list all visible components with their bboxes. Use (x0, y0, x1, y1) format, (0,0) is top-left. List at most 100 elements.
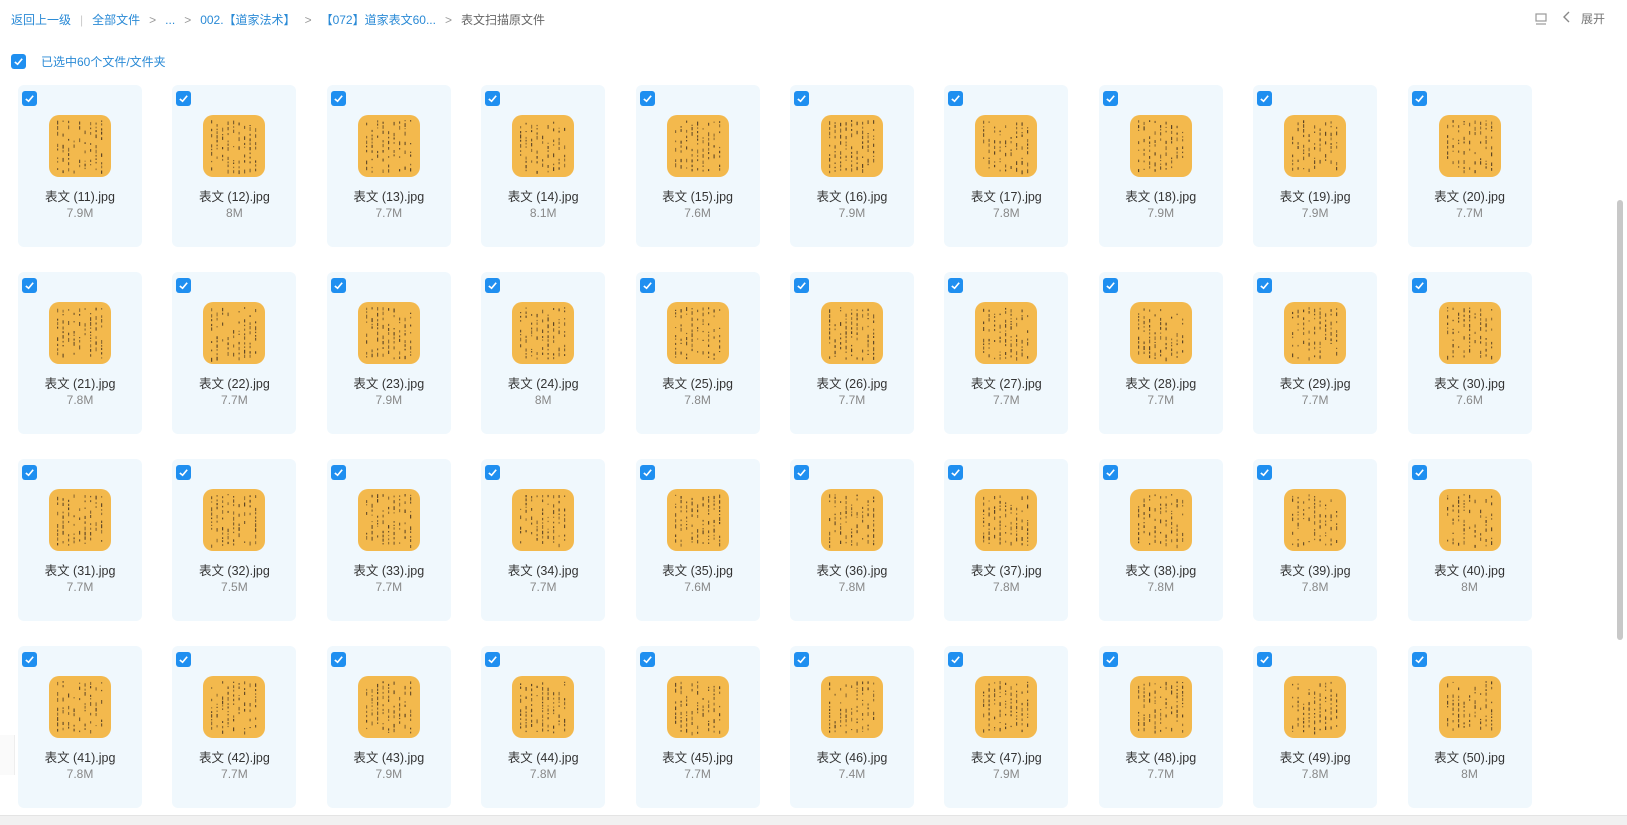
file-card[interactable]: 表文 (12).jpg 8M (172, 85, 297, 247)
scrollbar[interactable] (1617, 200, 1623, 640)
file-checkbox[interactable] (1102, 278, 1118, 293)
file-checkbox[interactable] (485, 465, 501, 480)
breadcrumb-folder-2[interactable]: 【072】道家表文60... (321, 11, 436, 28)
check-icon (951, 469, 961, 477)
file-checkbox[interactable] (176, 278, 192, 293)
file-checkbox[interactable] (485, 278, 501, 293)
view-mode-icon[interactable] (1533, 11, 1549, 27)
file-card[interactable]: 表文 (22).jpg 7.7M (172, 272, 297, 434)
breadcrumb-root[interactable]: 全部文件 (92, 11, 140, 28)
image-thumbnail (203, 676, 266, 738)
file-checkbox[interactable] (793, 652, 809, 667)
file-card[interactable]: 表文 (31).jpg 7.7M (18, 459, 142, 621)
file-card[interactable]: 表文 (45).jpg 7.7M (635, 646, 760, 808)
file-card[interactable]: 表文 (41).jpg 7.8M (18, 646, 142, 808)
file-checkbox[interactable] (1257, 652, 1273, 667)
file-card[interactable]: 表文 (15).jpg 7.6M (635, 85, 760, 247)
file-card[interactable]: 表文 (47).jpg 7.9M (944, 646, 1069, 808)
back-link[interactable]: 返回上一级 (11, 11, 71, 28)
file-card[interactable]: 表文 (19).jpg 7.9M (1253, 85, 1378, 247)
file-card[interactable]: 表文 (25).jpg 7.8M (635, 272, 760, 434)
file-checkbox[interactable] (793, 465, 809, 480)
file-checkbox[interactable] (793, 91, 809, 106)
check-icon (25, 282, 34, 290)
file-card[interactable]: 表文 (11).jpg 7.9M (18, 85, 142, 247)
file-card[interactable]: 表文 (23).jpg 7.9M (326, 272, 451, 434)
file-checkbox[interactable] (22, 91, 37, 106)
file-checkbox[interactable] (330, 652, 346, 667)
side-panel-handle[interactable] (0, 735, 15, 775)
image-thumbnail (666, 302, 729, 364)
file-card[interactable]: 表文 (14).jpg 8.1M (481, 85, 606, 247)
file-checkbox[interactable] (330, 465, 346, 480)
file-card[interactable]: 表文 (24).jpg 8M (481, 272, 606, 434)
file-card[interactable]: 表文 (13).jpg 7.7M (326, 85, 451, 247)
file-checkbox[interactable] (948, 278, 964, 293)
file-checkbox[interactable] (1102, 91, 1118, 106)
file-size: 7.7M (529, 580, 557, 594)
file-checkbox[interactable] (22, 652, 37, 667)
file-checkbox[interactable] (22, 465, 37, 480)
file-checkbox[interactable] (176, 465, 192, 480)
file-checkbox[interactable] (1411, 465, 1427, 480)
file-card[interactable]: 表文 (34).jpg 7.7M (481, 459, 606, 621)
file-card[interactable]: 表文 (44).jpg 7.8M (481, 646, 606, 808)
file-checkbox[interactable] (948, 465, 964, 480)
file-checkbox[interactable] (1102, 652, 1118, 667)
file-card[interactable]: 表文 (43).jpg 7.9M (326, 646, 451, 808)
expand-button[interactable]: 展开 (1562, 10, 1605, 27)
file-card[interactable]: 表文 (48).jpg 7.7M (1098, 646, 1223, 808)
file-card[interactable]: 表文 (37).jpg 7.8M (944, 459, 1069, 621)
file-checkbox[interactable] (1257, 278, 1273, 293)
file-checkbox[interactable] (176, 652, 192, 667)
file-checkbox[interactable] (639, 91, 655, 106)
check-icon (951, 656, 961, 664)
file-checkbox[interactable] (485, 652, 501, 667)
file-card[interactable]: 表文 (28).jpg 7.7M (1098, 272, 1223, 434)
file-card[interactable]: 表文 (18).jpg 7.9M (1098, 85, 1223, 247)
file-checkbox[interactable] (1102, 465, 1118, 480)
file-card[interactable]: 表文 (49).jpg 7.8M (1253, 646, 1378, 808)
file-size: 7.7M (993, 393, 1020, 407)
file-card[interactable]: 表文 (40).jpg 8M (1407, 459, 1532, 621)
file-card[interactable]: 表文 (42).jpg 7.7M (172, 646, 297, 808)
file-card[interactable]: 表文 (50).jpg 8M (1407, 646, 1532, 808)
file-card[interactable]: 表文 (30).jpg 7.6M (1407, 272, 1532, 434)
file-card[interactable]: 表文 (33).jpg 7.7M (326, 459, 451, 621)
file-card[interactable]: 表文 (26).jpg 7.7M (789, 272, 914, 434)
file-card[interactable]: 表文 (27).jpg 7.7M (944, 272, 1069, 434)
file-checkbox[interactable] (330, 91, 346, 106)
file-checkbox[interactable] (176, 91, 192, 106)
file-card[interactable]: 表文 (29).jpg 7.7M (1253, 272, 1378, 434)
file-size: 7.4M (838, 767, 866, 781)
file-checkbox[interactable] (948, 91, 964, 106)
file-checkbox[interactable] (1411, 278, 1427, 293)
file-checkbox[interactable] (22, 278, 37, 293)
file-card[interactable]: 表文 (21).jpg 7.8M (18, 272, 142, 434)
file-card[interactable]: 表文 (38).jpg 7.8M (1098, 459, 1223, 621)
file-name: 表文 (20).jpg (1434, 190, 1505, 204)
file-checkbox[interactable] (330, 278, 346, 293)
file-checkbox[interactable] (639, 278, 655, 293)
file-card[interactable]: 表文 (20).jpg 7.7M (1407, 85, 1532, 247)
breadcrumb-ellipsis[interactable]: ... (165, 13, 175, 27)
file-card[interactable]: 表文 (35).jpg 7.6M (635, 459, 760, 621)
file-checkbox[interactable] (1257, 91, 1273, 106)
file-checkbox[interactable] (1411, 652, 1427, 667)
breadcrumb-separator: > (149, 12, 157, 27)
file-checkbox[interactable] (639, 465, 655, 480)
file-card[interactable]: 表文 (16).jpg 7.9M (789, 85, 914, 247)
file-card[interactable]: 表文 (32).jpg 7.5M (172, 459, 297, 621)
file-card[interactable]: 表文 (36).jpg 7.8M (789, 459, 914, 621)
file-checkbox[interactable] (485, 91, 501, 106)
file-checkbox[interactable] (793, 278, 809, 293)
file-card[interactable]: 表文 (46).jpg 7.4M (789, 646, 914, 808)
file-checkbox[interactable] (639, 652, 655, 667)
file-checkbox[interactable] (1257, 465, 1273, 480)
file-checkbox[interactable] (948, 652, 964, 667)
select-all-checkbox[interactable] (11, 54, 26, 69)
file-card[interactable]: 表文 (17).jpg 7.8M (944, 85, 1069, 247)
breadcrumb-folder-1[interactable]: 002.【道家法术】 (200, 11, 295, 28)
file-checkbox[interactable] (1411, 91, 1427, 106)
file-card[interactable]: 表文 (39).jpg 7.8M (1253, 459, 1378, 621)
